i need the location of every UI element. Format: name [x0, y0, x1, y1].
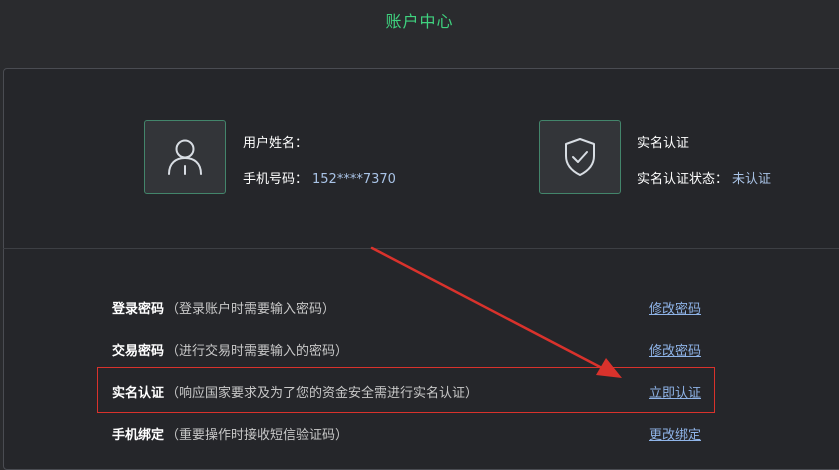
- phone-binding-label: 手机绑定: [112, 428, 165, 443]
- phone-label: 手机号码：: [243, 172, 309, 187]
- phone-binding-row: 手机绑定 （重要操作时接收短信验证码）: [112, 424, 348, 443]
- shield-check-icon: [565, 138, 595, 176]
- avatar: [144, 120, 226, 194]
- verification-status-value: 未认证: [732, 172, 772, 187]
- verification-badge: [539, 120, 621, 194]
- page-title: 账户中心: [385, 12, 454, 31]
- phone-value: 152****7370: [312, 172, 396, 187]
- section-divider: [3, 248, 839, 249]
- change-binding-link[interactable]: 更改绑定: [649, 424, 701, 443]
- username-label: 用户姓名：: [243, 136, 309, 151]
- trade-password-label: 交易密码: [112, 344, 165, 359]
- trade-password-desc: （进行交易时需要输入的密码）: [166, 344, 349, 359]
- phone-line: 手机号码： 152****7370: [243, 168, 396, 187]
- trade-password-row: 交易密码 （进行交易时需要输入的密码）: [112, 340, 348, 359]
- verification-status-line: 实名认证状态： 未认证: [637, 168, 771, 187]
- phone-binding-desc: （重要操作时接收短信验证码）: [166, 428, 349, 443]
- login-password-desc: （登录账户时需要输入密码）: [166, 302, 336, 317]
- change-login-password-link[interactable]: 修改密码: [649, 298, 701, 317]
- verification-title: 实名认证: [637, 136, 690, 151]
- username-line: 用户姓名：: [243, 132, 312, 151]
- user-icon: [168, 139, 202, 175]
- login-password-row: 登录密码 （登录账户时需要输入密码）: [112, 298, 335, 317]
- verification-status-label: 实名认证状态：: [637, 172, 729, 187]
- annotation-highlight-box: [97, 367, 715, 413]
- change-trade-password-link[interactable]: 修改密码: [649, 340, 701, 359]
- login-password-label: 登录密码: [112, 302, 165, 317]
